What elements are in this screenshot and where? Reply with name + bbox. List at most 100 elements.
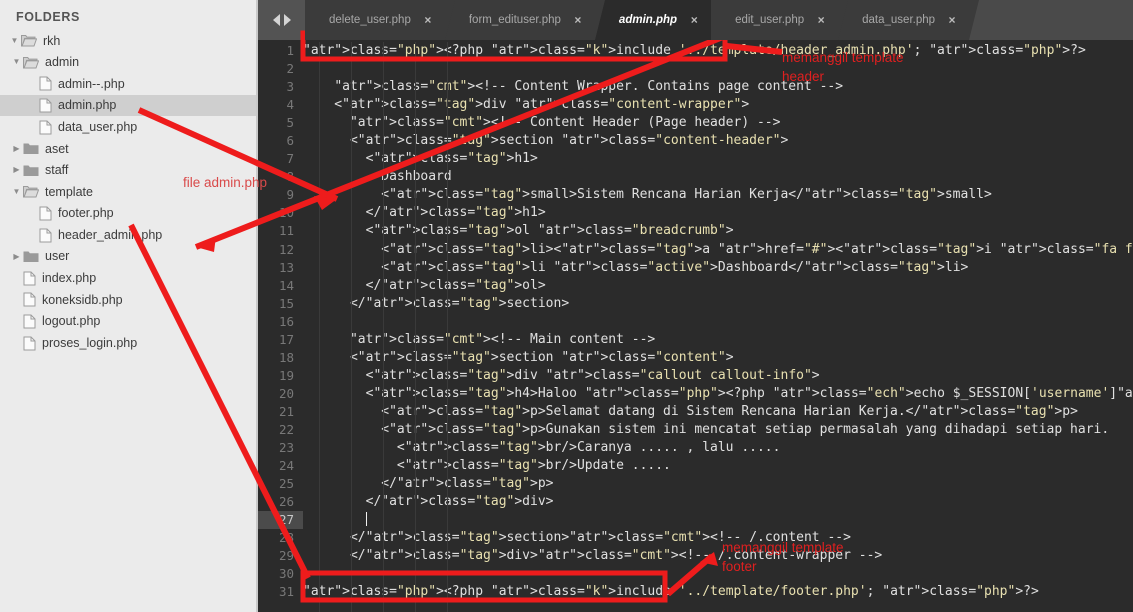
chevron-right-icon[interactable]: ▶ bbox=[10, 253, 23, 261]
code-line-text: "atr">class="cmt"><!-- Main content --> bbox=[303, 331, 1133, 349]
tab-label: edit_user.php bbox=[735, 14, 804, 26]
tree-item-staff[interactable]: ▶staff bbox=[0, 160, 256, 182]
code-line-text: <"atr">class="tag">p>Selamat datang di S… bbox=[303, 403, 1133, 421]
code-line-9[interactable]: 9 <"atr">class="tag">small>Sistem Rencan… bbox=[258, 186, 1133, 204]
tree-item-label: header_admin.php bbox=[58, 229, 162, 242]
tab-form-edituser-php[interactable]: form_edituser.php× bbox=[445, 0, 595, 40]
tree-item-koneksidb-php[interactable]: koneksidb.php bbox=[0, 289, 256, 311]
tree-item-index-php[interactable]: index.php bbox=[0, 268, 256, 290]
code-line-21[interactable]: 21 <"atr">class="tag">p>Selamat datang d… bbox=[258, 403, 1133, 421]
code-line-8[interactable]: 8 Dashboard bbox=[258, 168, 1133, 186]
code-line-31[interactable]: 31"atr">class="php"><?php "atr">class="k… bbox=[258, 583, 1133, 601]
tree-item-template[interactable]: ▼ template bbox=[0, 181, 256, 203]
tab-close-icon[interactable]: × bbox=[561, 13, 595, 27]
code-line-1[interactable]: 1"atr">class="php"><?php "atr">class="k"… bbox=[258, 42, 1133, 60]
tree-item-label: user bbox=[45, 250, 69, 263]
tree-item-label: aset bbox=[45, 143, 69, 156]
code-line-text: <"atr">class="tag">p>Gunakan sistem ini … bbox=[303, 421, 1133, 439]
line-number: 12 bbox=[258, 241, 303, 259]
line-number: 16 bbox=[258, 313, 303, 331]
code-line-text: "atr">class="cmt"><!-- Content Wrapper. … bbox=[303, 78, 1133, 96]
tab-nav-controls[interactable] bbox=[258, 0, 305, 40]
code-line-26[interactable]: 26 </"atr">class="tag">div> bbox=[258, 493, 1133, 511]
code-line-22[interactable]: 22 <"atr">class="tag">p>Gunakan sistem i… bbox=[258, 421, 1133, 439]
code-line-25[interactable]: 25 </"atr">class="tag">p> bbox=[258, 475, 1133, 493]
code-line-text: </"atr">class="tag">section>"atr">class=… bbox=[303, 529, 1133, 547]
file-tree[interactable]: ▼ rkh ▼adminadmin--.phpadmin.php data_user.… bbox=[0, 30, 256, 354]
code-line-15[interactable]: 15 </"atr">class="tag">section> bbox=[258, 295, 1133, 313]
triangle-right-icon[interactable] bbox=[284, 14, 291, 26]
tree-item-proses-login-php[interactable]: proses_login.php bbox=[0, 332, 256, 354]
code-line-14[interactable]: 14 </"atr">class="tag">ol> bbox=[258, 277, 1133, 295]
code-line-5[interactable]: 5 "atr">class="cmt"><!-- Content Header … bbox=[258, 114, 1133, 132]
tree-item-header-admin-php[interactable]: header_admin.php bbox=[0, 224, 256, 246]
code-line-7[interactable]: 7 <"atr">class="tag">h1> bbox=[258, 150, 1133, 168]
code-line-6[interactable]: 6 <"atr">class="tag">section "atr">class… bbox=[258, 132, 1133, 150]
code-line-10[interactable]: 10 </"atr">class="tag">h1> bbox=[258, 204, 1133, 222]
line-number: 5 bbox=[258, 114, 303, 132]
code-line-23[interactable]: 23 <"atr">class="tag">br/>Caranya ..... … bbox=[258, 439, 1133, 457]
tab-close-icon[interactable]: × bbox=[411, 13, 445, 27]
code-editor[interactable]: 1"atr">class="php"><?php "atr">class="k"… bbox=[258, 40, 1133, 612]
tab-delete-user-php[interactable]: delete_user.php× bbox=[305, 0, 445, 40]
tree-item-admin[interactable]: ▼admin bbox=[0, 52, 256, 74]
code-line-18[interactable]: 18 <"atr">class="tag">section "atr">clas… bbox=[258, 349, 1133, 367]
folder-open-icon bbox=[23, 185, 39, 198]
code-line-24[interactable]: 24 <"atr">class="tag">br/>Update ..... bbox=[258, 457, 1133, 475]
code-line-11[interactable]: 11 <"atr">class="tag">ol "atr">class="br… bbox=[258, 222, 1133, 240]
code-line-13[interactable]: 13 <"atr">class="tag">li "atr">class="ac… bbox=[258, 259, 1133, 277]
line-number: 14 bbox=[258, 277, 303, 295]
triangle-left-icon[interactable] bbox=[273, 14, 280, 26]
line-number: 15 bbox=[258, 295, 303, 313]
code-line-text: <"atr">class="tag">li><"atr">class="tag"… bbox=[303, 241, 1133, 259]
code-line-4[interactable]: 4 <"atr">class="tag">div "atr">class="co… bbox=[258, 96, 1133, 114]
code-line-3[interactable]: 3 "atr">class="cmt"><!-- Content Wrapper… bbox=[258, 78, 1133, 96]
code-line-30[interactable]: 30 bbox=[258, 565, 1133, 583]
tree-item-admin-php[interactable]: admin--.php bbox=[0, 73, 256, 95]
chevron-right-icon[interactable]: ▶ bbox=[10, 145, 23, 153]
chevron-down-icon[interactable]: ▼ bbox=[10, 188, 23, 196]
tab-data-user-php[interactable]: data_user.php× bbox=[838, 0, 969, 40]
code-line-29[interactable]: 29 </"atr">class="tag">div>"atr">class="… bbox=[258, 547, 1133, 565]
tab-bar: delete_user.php×form_edituser.php×admin.… bbox=[258, 0, 1133, 40]
tree-item-label: rkh bbox=[43, 35, 60, 48]
line-number: 9 bbox=[258, 186, 303, 204]
code-line-text bbox=[303, 511, 1133, 529]
tree-item-admin-php[interactable]: admin.php bbox=[0, 95, 256, 117]
tab-close-icon[interactable]: × bbox=[677, 13, 711, 27]
tree-item-user[interactable]: ▶ user bbox=[0, 246, 256, 268]
code-line-20[interactable]: 20 <"atr">class="tag">h4>Haloo "atr">cla… bbox=[258, 385, 1133, 403]
code-line-16[interactable]: 16 bbox=[258, 313, 1133, 331]
file-icon bbox=[39, 98, 52, 113]
line-number: 30 bbox=[258, 565, 303, 583]
tree-item-label: index.php bbox=[42, 272, 96, 285]
code-line-28[interactable]: 28 </"atr">class="tag">section>"atr">cla… bbox=[258, 529, 1133, 547]
code-line-12[interactable]: 12 <"atr">class="tag">li><"atr">class="t… bbox=[258, 241, 1133, 259]
tree-item-footer-php[interactable]: footer.php bbox=[0, 203, 256, 225]
tab-label: delete_user.php bbox=[329, 14, 411, 26]
code-line-text: </"atr">class="tag">div> bbox=[303, 493, 1133, 511]
line-number: 13 bbox=[258, 259, 303, 277]
line-number: 3 bbox=[258, 78, 303, 96]
code-line-27[interactable]: 27 bbox=[258, 511, 1133, 529]
tree-item-data-user-php[interactable]: data_user.php bbox=[0, 116, 256, 138]
file-icon bbox=[23, 314, 36, 329]
chevron-down-icon[interactable]: ▼ bbox=[8, 37, 21, 45]
code-line-2[interactable]: 2 bbox=[258, 60, 1133, 78]
tree-item-label: data_user.php bbox=[58, 121, 137, 134]
chevron-right-icon[interactable]: ▶ bbox=[10, 166, 23, 174]
tab-edit-user-php[interactable]: edit_user.php× bbox=[711, 0, 838, 40]
tree-item-label: template bbox=[45, 186, 93, 199]
code-line-19[interactable]: 19 <"atr">class="tag">div "atr">class="c… bbox=[258, 367, 1133, 385]
tree-item-rkh[interactable]: ▼ rkh bbox=[0, 30, 256, 52]
tab-close-icon[interactable]: × bbox=[935, 13, 969, 27]
code-line-17[interactable]: 17 "atr">class="cmt"><!-- Main content -… bbox=[258, 331, 1133, 349]
code-line-text: "atr">class="cmt"><!-- Content Header (P… bbox=[303, 114, 1133, 132]
tree-item-aset[interactable]: ▶ aset bbox=[0, 138, 256, 160]
tab-close-icon[interactable]: × bbox=[804, 13, 838, 27]
tab-admin-php[interactable]: admin.php× bbox=[595, 0, 711, 40]
chevron-down-icon[interactable]: ▼ bbox=[10, 58, 23, 66]
folders-header: FOLDERS bbox=[0, 0, 256, 30]
line-number: 6 bbox=[258, 132, 303, 150]
tree-item-logout-php[interactable]: logout.php bbox=[0, 311, 256, 333]
